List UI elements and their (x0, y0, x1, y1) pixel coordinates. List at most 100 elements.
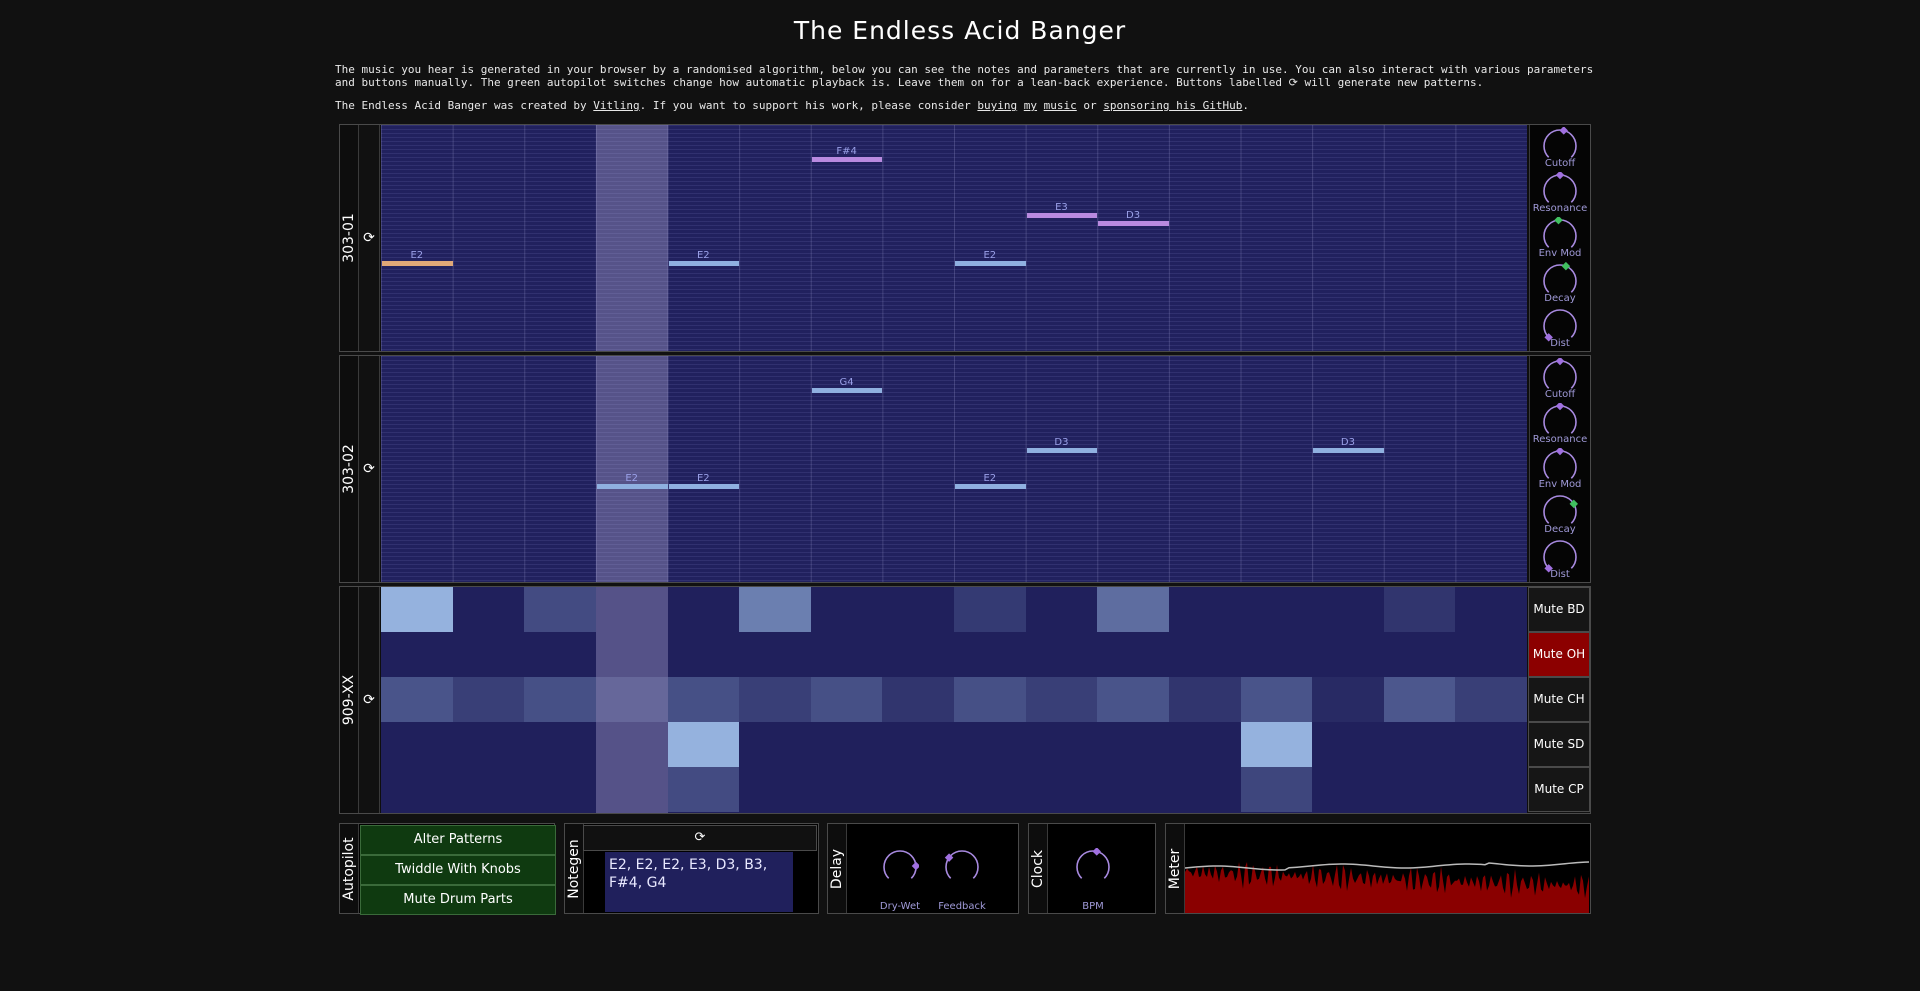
mute-oh-button[interactable]: Mute OH (1528, 632, 1590, 677)
drum-cell[interactable] (452, 677, 525, 722)
drum-cell[interactable] (1025, 677, 1098, 722)
drum-grid[interactable] (381, 587, 1527, 813)
note-bar[interactable] (1026, 213, 1098, 218)
note-bar[interactable] (811, 388, 883, 393)
note-label: E2 (625, 473, 639, 484)
drum-cell[interactable] (1240, 767, 1313, 812)
link-my[interactable]: my (1024, 99, 1037, 112)
link-buying[interactable]: buying (977, 99, 1017, 112)
synth-label: 303-01 (340, 125, 359, 351)
drum-cell[interactable] (595, 677, 668, 722)
knob-label: Env Mod (1538, 248, 1582, 259)
note-grid[interactable]: G4 E2 E2 D3 E2 D3 (381, 356, 1527, 582)
drum-cell[interactable] (381, 677, 453, 722)
knob-env-mod[interactable]: Env Mod (1530, 215, 1590, 259)
note-bar[interactable] (1026, 448, 1098, 453)
knob-bpm[interactable]: BPM (1065, 848, 1121, 912)
drum-cell[interactable] (1455, 677, 1527, 722)
drum-cell[interactable] (1383, 587, 1456, 632)
knob-label: Decay (1544, 293, 1576, 304)
drum-cell[interactable] (1097, 677, 1169, 722)
regen-notes-button[interactable]: ⟳ (583, 825, 817, 851)
drum-cell[interactable] (1240, 722, 1313, 767)
drum-cell[interactable] (667, 677, 740, 722)
clock-label: Clock (1029, 824, 1048, 913)
knob-dry-wet[interactable]: Dry-Wet (872, 848, 928, 912)
note-grid[interactable]: E2 F#4 E2 E3 D3 E2 (381, 125, 1527, 351)
note-label: E2 (696, 473, 710, 484)
alter-patterns-button[interactable]: Alter Patterns (360, 825, 556, 855)
knob-cutoff[interactable]: Cutoff (1530, 356, 1590, 400)
drum-cell[interactable] (1312, 677, 1384, 722)
regen-synth-1-button[interactable]: ⟳ (359, 125, 380, 351)
mute-drum-parts-button[interactable]: Mute Drum Parts (360, 885, 556, 915)
knob-decay[interactable]: Decay (1530, 491, 1590, 535)
drum-cell[interactable] (524, 677, 596, 722)
level-meter (1185, 861, 1589, 913)
meter-waveform (1185, 862, 1589, 913)
note-bar[interactable] (382, 261, 453, 266)
drum-panel-909-xx: 909-XX ⟳ Mute BD Mute OH Mute CH Mute SD Mut… (339, 586, 1591, 814)
notegen-label: Notegen (565, 824, 584, 913)
regen-synth-2-button[interactable]: ⟳ (359, 356, 380, 582)
knob-column: Cutoff Resonance Env Mod Decay Dist (1529, 125, 1590, 351)
drum-cell[interactable] (1168, 677, 1241, 722)
drum-cell[interactable] (1240, 677, 1313, 722)
drum-cell[interactable] (739, 677, 811, 722)
drum-cell[interactable] (882, 677, 954, 722)
knob-dist[interactable]: Dist (1530, 536, 1590, 580)
note-bar[interactable] (1098, 221, 1169, 226)
intro-paragraph-2: The Endless Acid Banger was created by V… (335, 99, 1595, 112)
drum-cell[interactable] (1383, 677, 1456, 722)
drum-cell[interactable] (667, 722, 740, 767)
knob-label: Feedback (938, 901, 986, 912)
mute-ch-button[interactable]: Mute CH (1528, 677, 1590, 722)
note-label: G4 (839, 377, 854, 388)
knob-label: Cutoff (1544, 389, 1576, 400)
note-bar[interactable] (1313, 448, 1384, 453)
knob-label: Env Mod (1538, 479, 1582, 490)
drum-cell[interactable] (954, 587, 1026, 632)
knob-label: Cutoff (1544, 158, 1576, 169)
knob-label: Resonance (1532, 434, 1588, 445)
mute-cp-button[interactable]: Mute CP (1528, 767, 1590, 812)
note-bar[interactable] (596, 484, 668, 489)
drum-cell[interactable] (667, 767, 740, 812)
twiddle-knobs-button[interactable]: Twiddle With Knobs (360, 855, 556, 885)
note-bar[interactable] (668, 484, 740, 489)
note-bar[interactable] (955, 261, 1026, 266)
knob-label: Dist (1550, 338, 1570, 349)
drum-cell[interactable] (739, 587, 811, 632)
note-bar[interactable] (668, 261, 740, 266)
period-text: . (1242, 99, 1249, 112)
knob-resonance[interactable]: Resonance (1530, 401, 1590, 445)
drum-cell[interactable] (954, 677, 1026, 722)
note-bar[interactable] (955, 484, 1026, 489)
knob-label: Decay (1544, 524, 1576, 535)
knob-resonance[interactable]: Resonance (1530, 170, 1590, 214)
drum-cell[interactable] (524, 587, 596, 632)
drum-cell[interactable] (381, 587, 453, 632)
autopilot-label: Autopilot (340, 824, 359, 913)
note-bar[interactable] (811, 157, 883, 162)
mute-bd-button[interactable]: Mute BD (1528, 587, 1590, 632)
playhead (595, 356, 668, 582)
link-vitling[interactable]: Vitling (593, 99, 639, 112)
note-label: E2 (983, 250, 997, 261)
knob-dist[interactable]: Dist (1530, 305, 1590, 349)
synth-panel-303-02: 303-02 ⟳ G4 E2 E2 D3 E2 D3 Cutoff Resonance Env… (339, 355, 1591, 583)
drum-cell[interactable] (810, 677, 883, 722)
knob-label: Resonance (1532, 203, 1588, 214)
link-github[interactable]: sponsoring his GitHub (1103, 99, 1242, 112)
knob-feedback[interactable]: Feedback (934, 848, 990, 912)
knob-cutoff[interactable]: Cutoff (1530, 125, 1590, 169)
mute-sd-button[interactable]: Mute SD (1528, 722, 1590, 767)
knob-decay[interactable]: Decay (1530, 260, 1590, 304)
autopilot-panel: Autopilot Alter Patterns Twiddle With Kn… (339, 823, 556, 915)
support-text: . If you want to support his work, pleas… (639, 99, 978, 112)
knob-env-mod[interactable]: Env Mod (1530, 446, 1590, 490)
drum-cell[interactable] (1097, 587, 1169, 632)
regen-drums-button[interactable]: ⟳ (359, 587, 380, 813)
link-music[interactable]: music (1044, 99, 1077, 112)
drum-label: 909-XX (340, 587, 359, 813)
